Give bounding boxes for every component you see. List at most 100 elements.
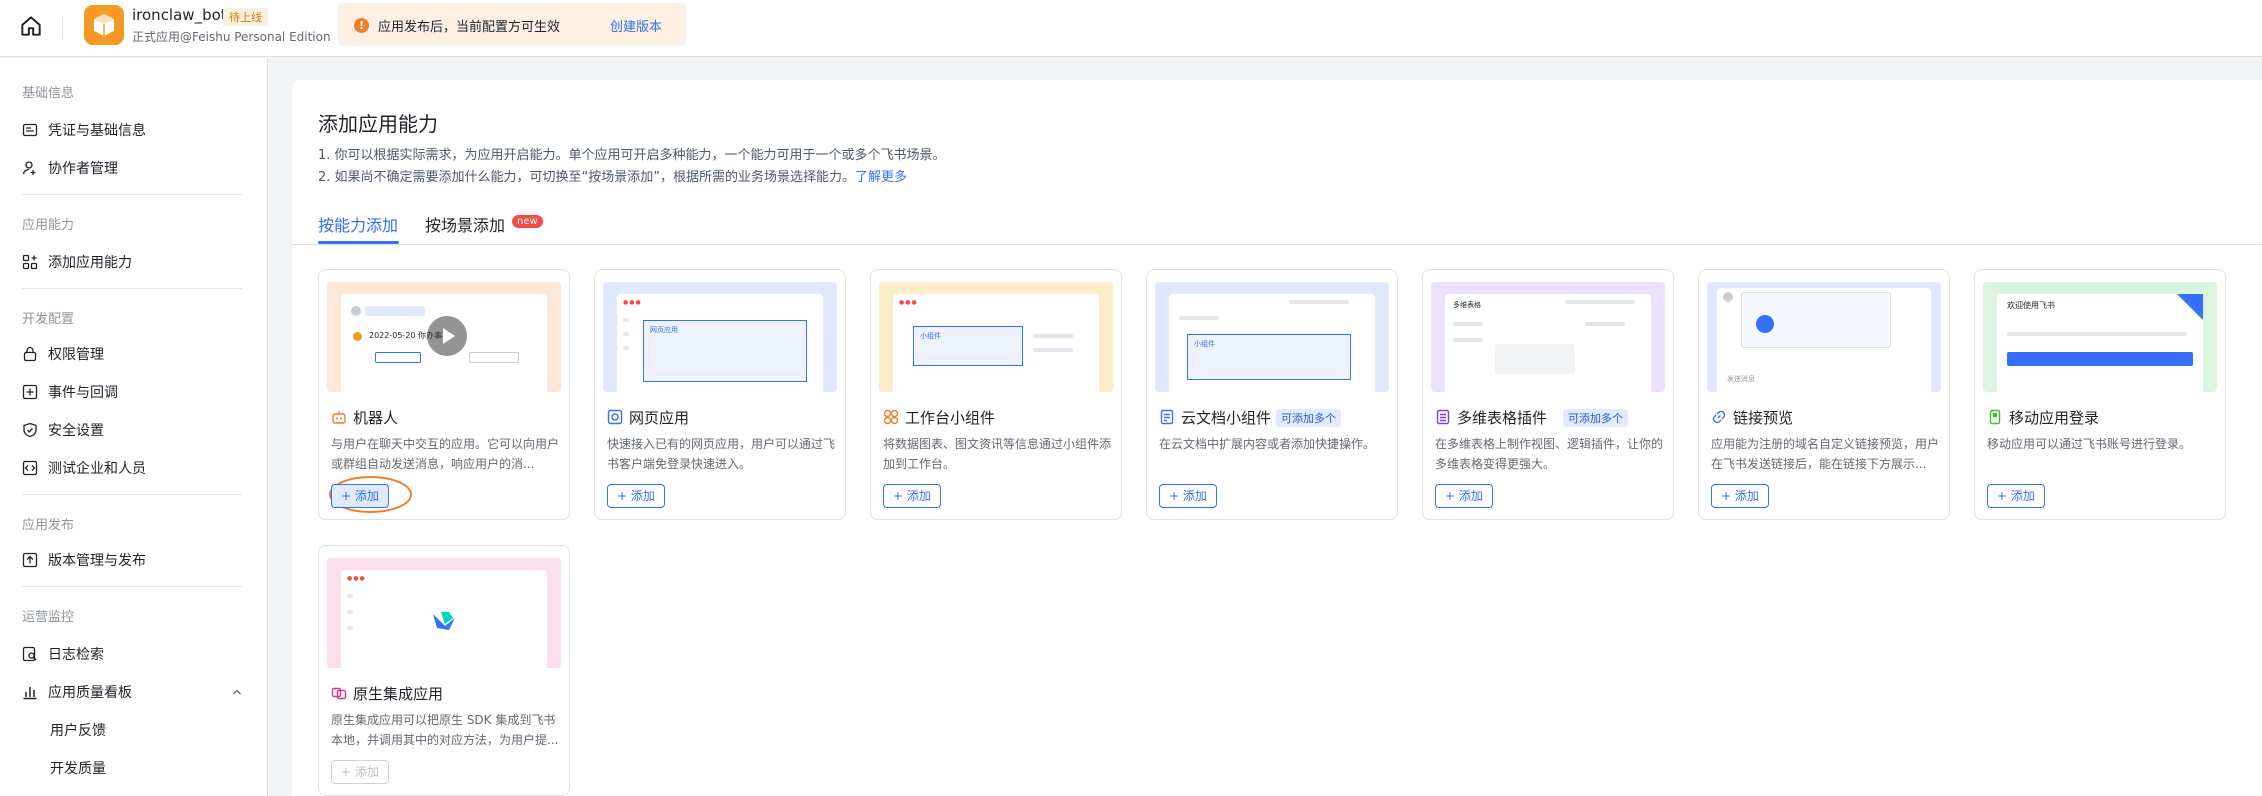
sidebar-item-label: 日志检索 [48, 647, 104, 663]
card-description: 将数据图表、图文资讯等信息通过小组件添加到工作台。 [883, 437, 1111, 471]
add-doc-widget-button[interactable]: + 添加 [1159, 484, 1217, 508]
preview-line [623, 318, 629, 322]
preview-text: 欢迎使用飞书 [2007, 301, 2055, 310]
preview-line [1179, 316, 1219, 320]
sidebar-item-label: 版本管理与发布 [48, 553, 146, 569]
preview-text: 网页应用 [650, 326, 678, 334]
home-icon[interactable] [18, 13, 44, 39]
grid-add-icon [22, 254, 38, 270]
tab-divider [292, 244, 2262, 245]
sidebar-item-log-search[interactable]: 日志检索 [22, 640, 248, 668]
preview-panel [1495, 344, 1575, 374]
capability-card-link-preview[interactable]: 发送消息 链接预览 应用能为注册的域名自定义链接预览，用户在飞书发送链接后，能在… [1698, 269, 1950, 520]
preview-line [2007, 332, 2187, 336]
description-line-2: 2. 如果尚不确定需要添加什么能力，可切换至“按场景添加”，根据所需的业务场景选… [318, 166, 907, 185]
sidebar-item-credentials[interactable]: 凭证与基础信息 [22, 116, 248, 144]
window-dots: ●●● [347, 575, 366, 582]
sidebar-item-security[interactable]: 安全设置 [22, 416, 248, 444]
link-preview-preview-image: 发送消息 [1707, 282, 1941, 392]
doc-icon [1160, 409, 1174, 425]
capability-card-base-plugin[interactable]: 多维表格 多维表格插件 可添加多个 在多维表格上制作视图、逻辑插件，让你的多维表… [1422, 269, 1674, 520]
add-web-app-button[interactable]: + 添加 [607, 484, 665, 508]
capability-card-workplace-widget[interactable]: ●●● 小组件 工作台小组件 将数据图表、图文资讯等信息通过小组件添加到工作台。… [870, 269, 1122, 520]
sidebar-item-collaborators[interactable]: 协作者管理 [22, 154, 248, 182]
learn-more-link[interactable]: 了解更多 [855, 170, 907, 185]
add-link-preview-button[interactable]: + 添加 [1711, 484, 1769, 508]
preview-dot [1756, 315, 1774, 333]
warning-icon: ! [354, 18, 369, 33]
card-title: 云文档小组件 [1181, 409, 1272, 427]
mobile-login-preview-image: 欢迎使用飞书 [1983, 282, 2217, 392]
web-app-preview-image: ●●● 网页应用 [603, 282, 837, 392]
preview-line [1033, 334, 1073, 338]
widget-icon [883, 409, 899, 425]
capability-card-doc-widget[interactable]: 小组件 云文档小组件 可添加多个 在云文档中扩展内容或者添加快捷操作。 + 添加 [1146, 269, 1398, 520]
add-workplace-widget-button[interactable]: + 添加 [883, 484, 941, 508]
preview-line [1289, 300, 1349, 304]
sidebar-section-dev-config: 开发配置 [22, 312, 75, 327]
robot-icon [332, 411, 346, 424]
preview-panel [1741, 292, 1891, 348]
publish-notice: ! 应用发布后，当前配置方可生效 创建版本 [338, 3, 686, 46]
sidebar-item-quality-board[interactable]: 应用质量看板 [22, 678, 248, 706]
chevron-up-icon[interactable] [232, 687, 242, 697]
new-badge: new [512, 215, 543, 228]
app-logo [84, 5, 124, 45]
card-description: 移动应用可以通过飞书账号进行登录。 [1987, 437, 2192, 451]
preview-line [1453, 322, 1483, 326]
tab-by-capability[interactable]: 按能力添加 [318, 212, 398, 236]
preview-text: 多维表格 [1453, 301, 1481, 309]
capability-card-web-app[interactable]: ●●● 网页应用 网页应用 快速接入已有的网页应用，用户可以通过飞书客户端免登录… [594, 269, 846, 520]
play-video-icon[interactable] [427, 316, 467, 356]
app-subtitle: 正式应用@Feishu Personal Edition [132, 30, 331, 44]
sidebar-item-label: 安全设置 [48, 423, 104, 439]
card-description: 与用户在聊天中交互的应用。它可以向用户或群组自动发送消息，响应用户的消... [331, 437, 559, 471]
window-dots: ●●● [899, 299, 918, 306]
preview-line [347, 610, 353, 614]
sidebar-item-label: 凭证与基础信息 [48, 123, 146, 139]
event-icon [22, 384, 38, 400]
link-icon [1712, 410, 1726, 424]
sidebar-divider [22, 586, 242, 587]
create-version-link[interactable]: 创建版本 [610, 16, 662, 35]
header-divider [62, 16, 63, 38]
page-title: 添加应用能力 [318, 112, 438, 136]
preview-line [1585, 322, 1625, 326]
sidebar-subitem-user-feedback[interactable]: 用户反馈 [50, 720, 106, 740]
window-dots: ●●● [623, 299, 642, 306]
sidebar-item-version-release[interactable]: 版本管理与发布 [22, 546, 248, 574]
card-description: 原生集成应用可以把原生 SDK 集成到飞书本地，并调用其中的对应方法，为用户提.… [331, 713, 559, 747]
main-panel: 添加应用能力 1. 你可以根据实际需求，为应用开启能力。单个应用可开启多种能力，… [292, 80, 2262, 796]
native-integration-preview-image: ●●● [327, 558, 561, 668]
card-title: 机器人 [353, 409, 399, 427]
tab-by-scenario[interactable]: 按场景添加 [425, 212, 505, 236]
upload-icon [22, 552, 38, 568]
sidebar-item-label: 添加应用能力 [48, 255, 132, 271]
card-description: 在多维表格上制作视图、逻辑插件，让你的多维表格变得更强大。 [1435, 437, 1663, 471]
capability-card-bot[interactable]: 2022-05-20 你办事项 机器人 与用户在聊天中交互的应用。它可以向用户或… [318, 269, 570, 520]
add-base-plugin-button[interactable]: + 添加 [1435, 484, 1493, 508]
sidebar-subitem-dev-quality[interactable]: 开发质量 [50, 758, 106, 778]
preview-line [1453, 338, 1483, 342]
add-bot-button[interactable]: + 添加 [331, 484, 389, 508]
preview-line [623, 346, 629, 350]
card-title: 工作台小组件 [905, 409, 996, 427]
status-dot [353, 332, 362, 341]
sidebar-section-basic: 基础信息 [22, 86, 75, 101]
doc-widget-preview-image: 小组件 [1155, 282, 1389, 392]
preview-line [1565, 300, 1635, 304]
sidebar-section-monitoring: 运营监控 [22, 610, 75, 625]
id-card-icon [22, 123, 38, 137]
capability-card-native-integration[interactable]: ●●● 原生集成应用 原生集成应用可以把原生 SDK 集成到飞书本地，并调用其中… [318, 545, 570, 796]
sidebar-item-add-capability[interactable]: 添加应用能力 [22, 248, 248, 276]
sidebar-item-test-tenants[interactable]: 测试企业和人员 [22, 454, 248, 482]
preview-line [1033, 348, 1073, 352]
sidebar-item-events[interactable]: 事件与回调 [22, 378, 248, 406]
preview-text: 小组件 [1194, 340, 1215, 348]
capability-card-mobile-login[interactable]: 欢迎使用飞书 移动应用登录 移动应用可以通过飞书账号进行登录。 + 添加 [1974, 269, 2226, 520]
preview-corner [2177, 294, 2203, 320]
add-mobile-login-button[interactable]: + 添加 [1987, 484, 2045, 508]
add-native-integration-button[interactable]: + 添加 [331, 760, 389, 784]
sidebar-item-permissions[interactable]: 权限管理 [22, 340, 248, 368]
log-search-icon [22, 646, 37, 662]
